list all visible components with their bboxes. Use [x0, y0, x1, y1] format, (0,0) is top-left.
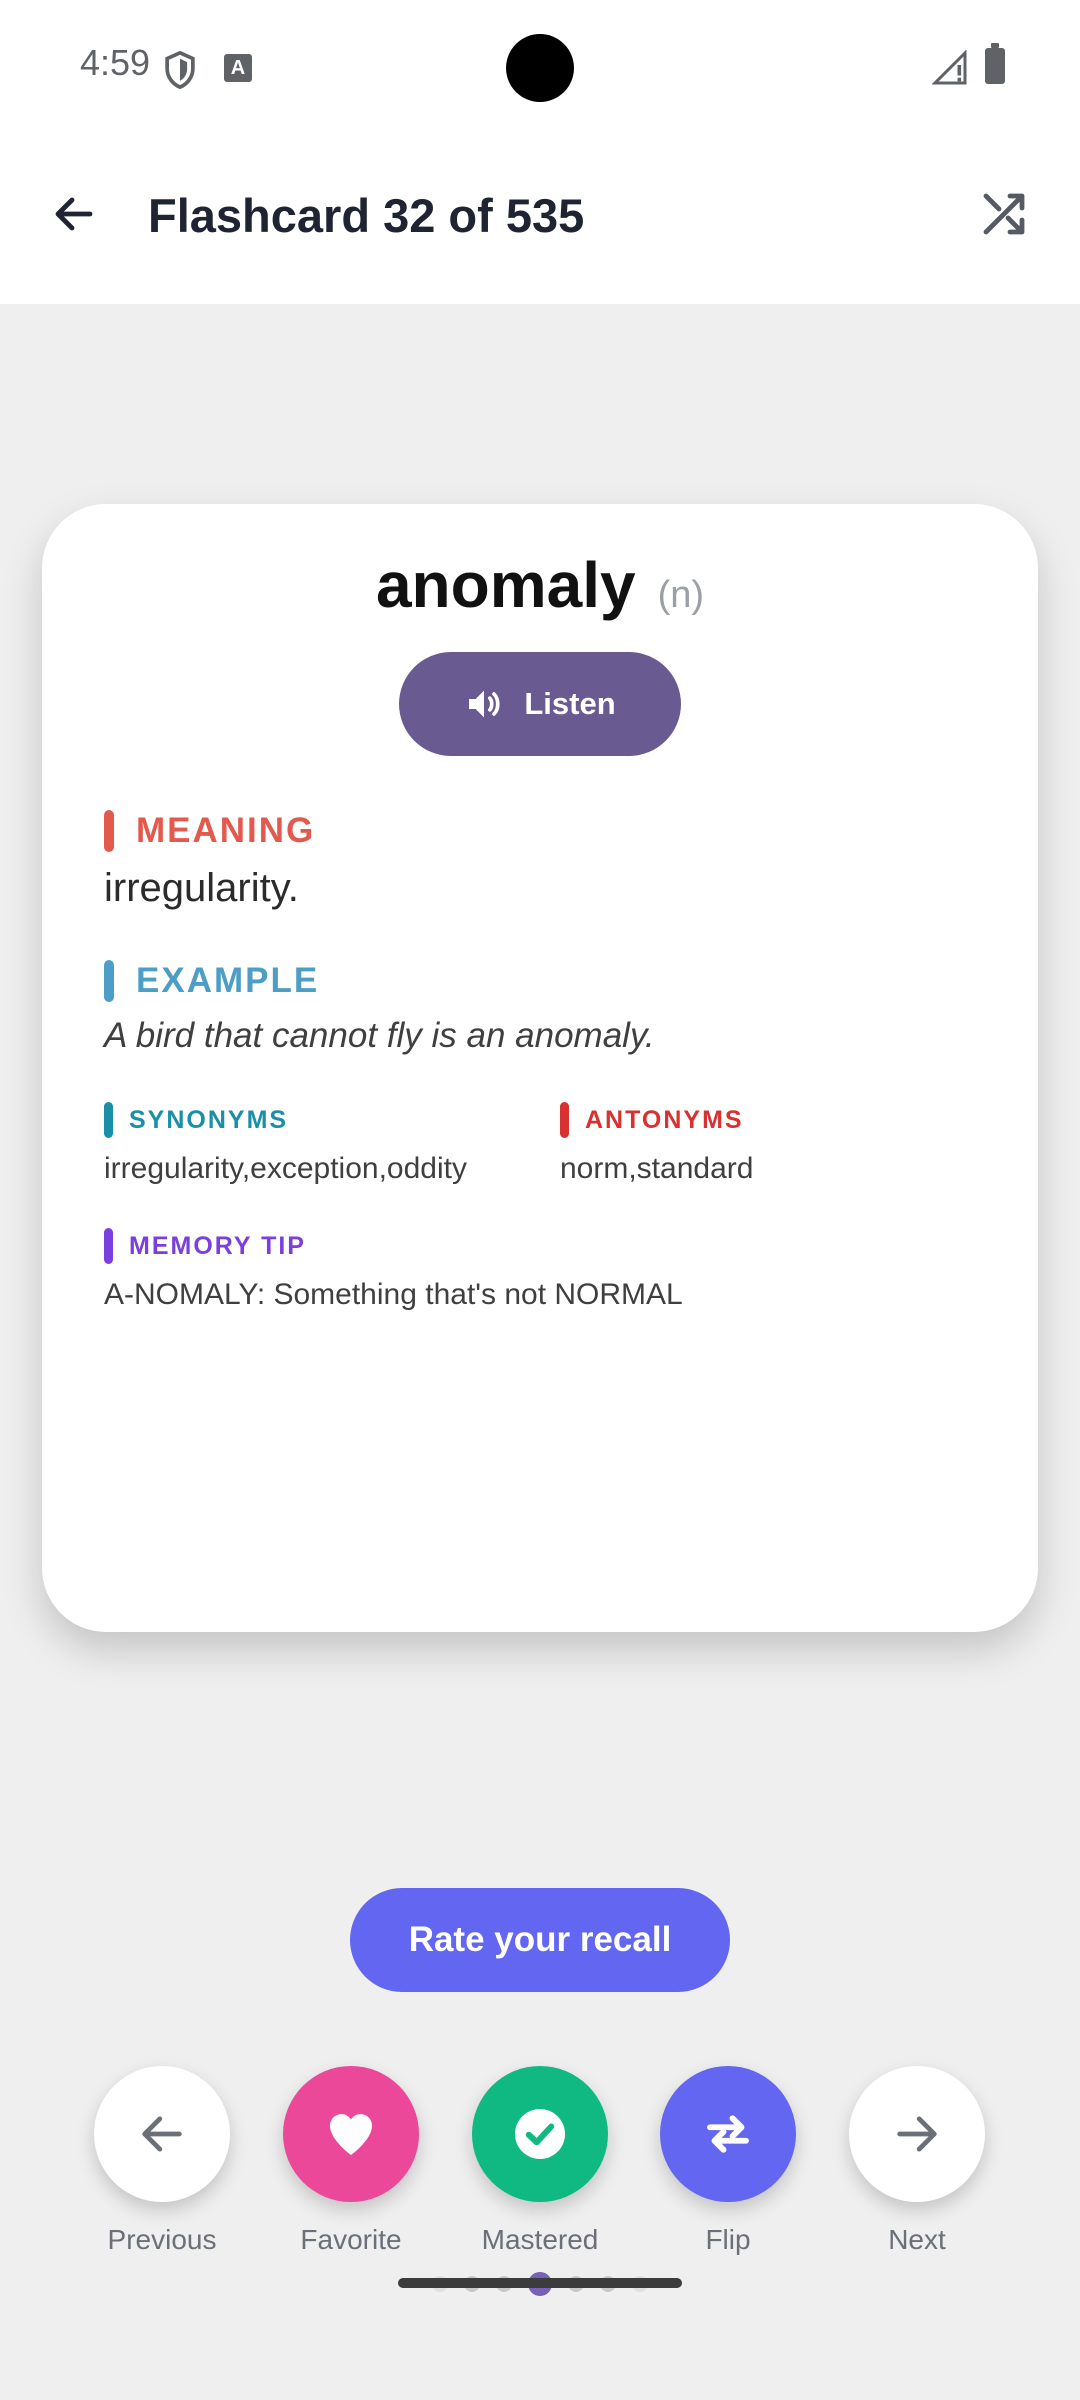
keyboard-notification-icon: A: [224, 54, 252, 82]
shuffle-button[interactable]: [966, 176, 1042, 252]
arrow-right-icon: [897, 2116, 937, 2152]
rate-recall-button[interactable]: Rate your recall: [350, 1888, 730, 1992]
part-of-speech: (n): [657, 574, 705, 616]
heart-icon: [330, 2114, 372, 2155]
page-title: Flashcard 32 of 535: [148, 189, 585, 242]
favorite-action: Favorite: [283, 2066, 419, 2256]
synonyms-accent-bar: [104, 1102, 113, 1138]
back-button[interactable]: [36, 176, 112, 252]
battery-icon: [985, 43, 1005, 84]
antonyms-heading: ANTONYMS: [560, 1102, 744, 1138]
memory-tip-heading: MEMORY TIP: [104, 1228, 306, 1264]
camera-cutout: [506, 34, 574, 102]
status-time: 4:59: [80, 42, 151, 83]
next-action: Next: [849, 2066, 985, 2256]
previous-label: Previous: [107, 2224, 217, 2255]
back-arrow-icon: [55, 197, 93, 231]
word: anomaly: [375, 549, 636, 621]
speaker-icon: [469, 690, 500, 718]
mastered-action: Mastered: [472, 2066, 608, 2256]
app-bar: Flashcard 32 of 535: [0, 136, 1080, 304]
memory-tip-text: A-NOMALY: Something that's not NORMAL: [104, 1278, 683, 1311]
next-button[interactable]: [849, 2066, 985, 2202]
favorite-label: Favorite: [300, 2224, 402, 2255]
example-label: EXAMPLE: [136, 961, 320, 1000]
swap-icon: [707, 2115, 749, 2153]
flip-action: Flip: [660, 2066, 796, 2256]
home-indicator[interactable]: [398, 2278, 682, 2288]
mastered-button[interactable]: [472, 2066, 608, 2202]
listen-label: Listen: [524, 686, 616, 721]
antonyms-accent-bar: [560, 1102, 569, 1138]
word-header: anomaly (n): [42, 548, 1038, 622]
flip-button[interactable]: [660, 2066, 796, 2202]
mastered-label: Mastered: [481, 2224, 599, 2255]
antonyms-label: ANTONYMS: [585, 1105, 744, 1134]
favorite-button[interactable]: [283, 2066, 419, 2202]
memory-tip-label: MEMORY TIP: [129, 1231, 306, 1260]
check-icon: [515, 2109, 565, 2159]
previous-action: Previous: [94, 2066, 230, 2256]
synonyms-label: SYNONYMS: [129, 1105, 289, 1134]
synonyms-heading: SYNONYMS: [104, 1102, 288, 1138]
example-heading: EXAMPLE: [104, 960, 319, 1002]
flip-label: Flip: [705, 2224, 751, 2255]
meaning-accent-bar: [104, 810, 114, 852]
meaning-label: MEANING: [136, 811, 316, 850]
listen-button[interactable]: Listen: [399, 652, 681, 756]
meaning-heading: MEANING: [104, 810, 315, 852]
meaning-text: irregularity.: [104, 866, 299, 910]
shield-icon: [165, 50, 195, 90]
synonyms-text: irregularity,exception,oddity: [104, 1152, 467, 1185]
memory-tip-accent-bar: [104, 1228, 113, 1264]
example-accent-bar: [104, 960, 114, 1002]
antonyms-text: norm,standard: [560, 1152, 754, 1185]
previous-button[interactable]: [94, 2066, 230, 2202]
shuffle-icon: [983, 193, 1025, 235]
example-text: A bird that cannot fly is an anomaly.: [104, 1016, 655, 1055]
next-label: Next: [888, 2224, 946, 2255]
flashcard[interactable]: anomaly (n) Listen MEANING irregularity.…: [42, 504, 1038, 1632]
status-bar: 4:59 A: [0, 0, 1080, 136]
signal-icon: [932, 50, 967, 85]
arrow-left-icon: [142, 2116, 182, 2152]
